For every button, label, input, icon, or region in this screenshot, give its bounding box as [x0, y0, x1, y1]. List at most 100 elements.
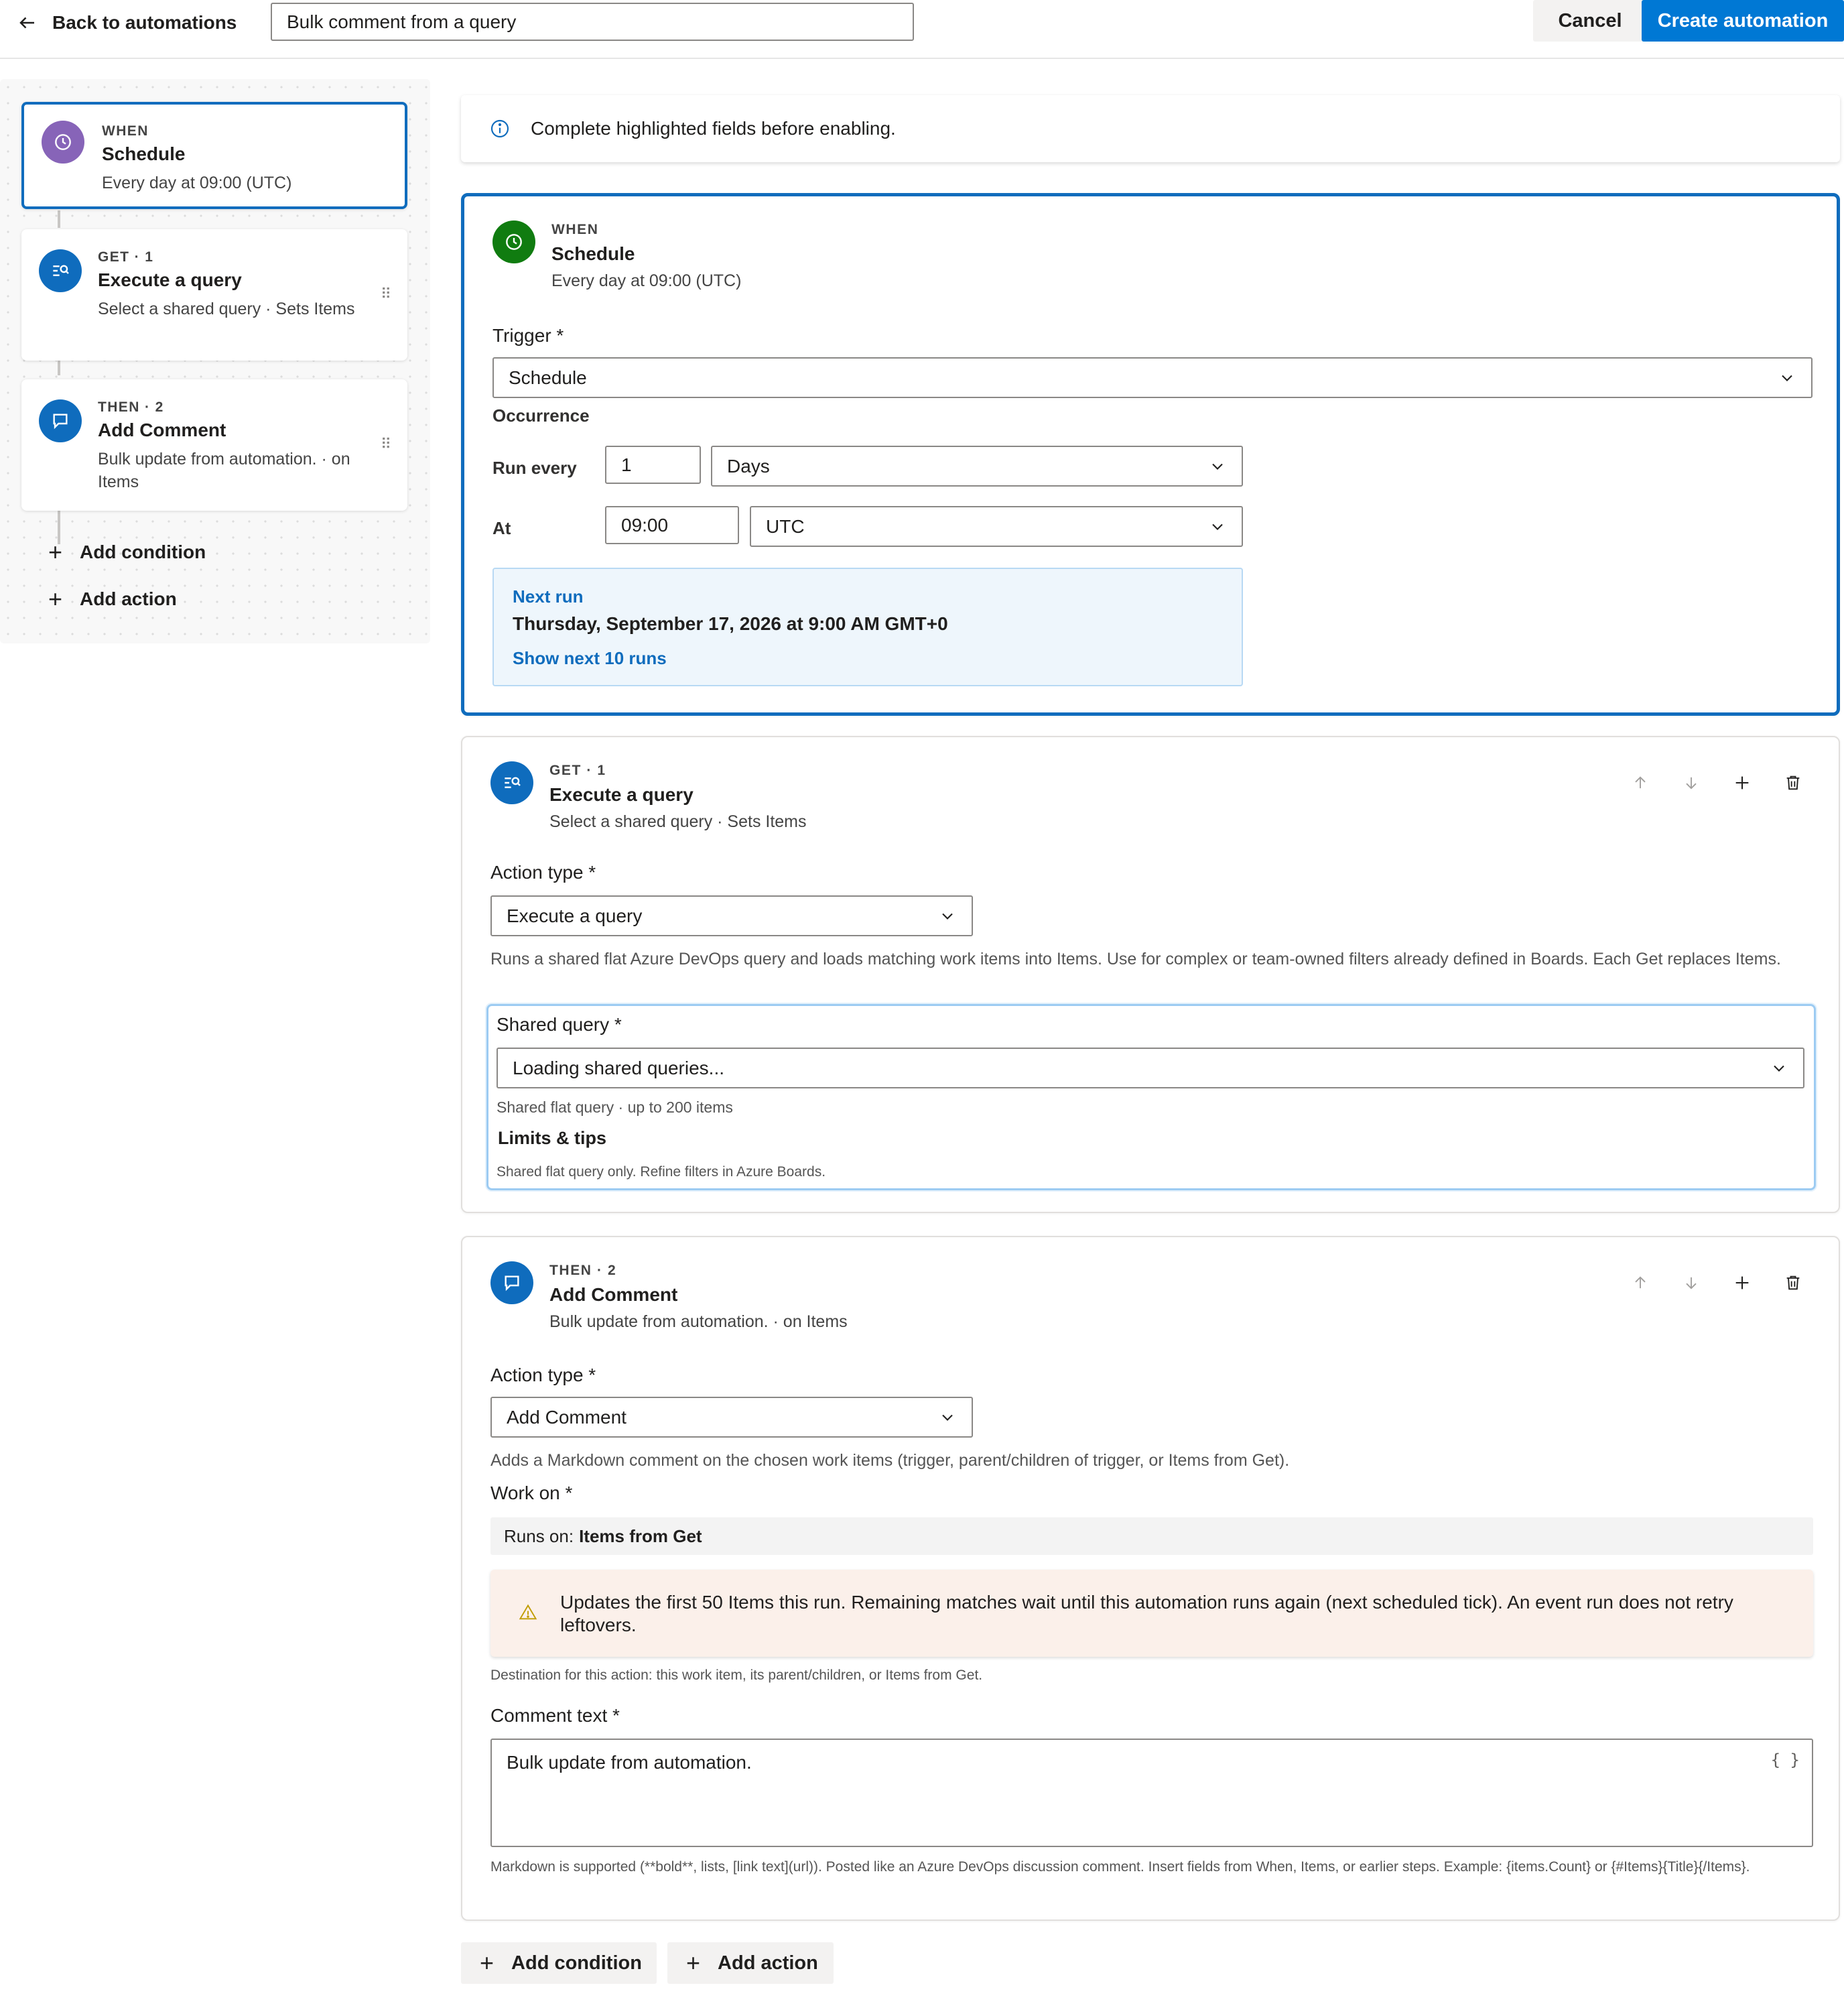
time-input[interactable]: 09:00 — [605, 506, 739, 544]
get-action-panel: GET · 1 Execute a query Select a shared … — [461, 736, 1840, 1213]
action-type-select[interactable]: Add Comment — [490, 1397, 973, 1438]
trigger-panel: WHEN Schedule Every day at 09:00 (UTC) T… — [461, 193, 1840, 716]
connector-line — [58, 359, 60, 375]
add-action-button[interactable]: + Add action — [667, 1942, 834, 1984]
run-every-unit-value: Days — [727, 455, 770, 477]
action-type-value: Add Comment — [507, 1406, 627, 1428]
sidebar-add-action[interactable]: + Add action — [48, 587, 177, 611]
add-condition-button[interactable]: + Add condition — [461, 1942, 657, 1984]
markdown-help: Markdown is supported (**bold**, lists, … — [490, 1859, 1750, 1875]
panel-subtitle: Every day at 09:00 (UTC) — [551, 271, 742, 290]
occurrence-label: Occurrence — [492, 405, 590, 426]
flow-sidebar: WHEN Schedule Every day at 09:00 (UTC) G… — [0, 79, 430, 643]
add-action-label: Add action — [80, 588, 177, 609]
card-eyebrow: GET · 1 — [98, 249, 154, 265]
action-description: Adds a Markdown comment on the chosen wo… — [490, 1451, 1290, 1470]
query-icon — [490, 761, 533, 804]
plus-icon — [1735, 1276, 1749, 1289]
step-actions — [1630, 1272, 1804, 1294]
create-automation-button[interactable]: Create automation — [1642, 0, 1844, 42]
action-type-label: Action type * — [490, 1365, 596, 1385]
top-bar: Back to automations Cancel Create automa… — [0, 0, 1844, 59]
arrow-up-icon — [1635, 776, 1646, 789]
add-step-button[interactable] — [1731, 772, 1753, 794]
cancel-button[interactable]: Cancel — [1533, 0, 1647, 42]
shared-query-value: Loading shared queries... — [513, 1057, 724, 1078]
sidebar-add-condition[interactable]: + Add condition — [48, 540, 206, 564]
then-action-panel: THEN · 2 Add Comment Bulk update from au… — [461, 1236, 1840, 1921]
comment-icon — [39, 399, 82, 442]
card-title: Schedule — [102, 143, 186, 164]
next-run-label: Next run — [513, 586, 584, 607]
trash-icon — [1786, 1275, 1800, 1290]
warning-icon — [519, 1604, 537, 1620]
chevron-down-icon — [942, 913, 953, 920]
info-icon — [490, 119, 509, 138]
plus-icon — [1735, 776, 1749, 790]
add-condition-label: Add condition — [80, 542, 206, 562]
move-up-button[interactable] — [1630, 772, 1651, 794]
next-run-box: Next run Thursday, September 17, 2026 at… — [492, 568, 1243, 686]
warning-text: Updates the first 50 Items this run. Rem… — [560, 1592, 1733, 1635]
warning-banner: Updates the first 50 Items this run. Rem… — [490, 1570, 1813, 1657]
info-banner: Complete highlighted fields before enabl… — [461, 95, 1840, 162]
add-step-button[interactable] — [1731, 1272, 1753, 1294]
panel-title: Add Comment — [549, 1284, 678, 1305]
timezone-value: UTC — [766, 515, 805, 537]
panel-subtitle: Bulk update from automation. · on Items — [549, 1312, 848, 1331]
show-next-runs-link[interactable]: Show next 10 runs — [513, 648, 667, 669]
at-label: At — [492, 518, 511, 538]
runs-on-prefix: Runs on: — [504, 1525, 574, 1546]
panel-eyebrow: THEN · 2 — [549, 1263, 617, 1278]
arrow-up-icon — [1635, 1276, 1646, 1289]
trigger-select[interactable]: Schedule — [492, 357, 1813, 398]
panel-eyebrow: GET · 1 — [549, 763, 606, 778]
timezone-select[interactable]: UTC — [750, 506, 1243, 547]
run-every-unit-select[interactable]: Days — [711, 446, 1243, 487]
chevron-down-icon — [1212, 523, 1223, 530]
panel-eyebrow: WHEN — [551, 222, 599, 237]
drag-handle-icon[interactable]: ⠿ — [381, 436, 391, 453]
connector-line — [58, 210, 60, 228]
delete-step-button[interactable] — [1782, 1272, 1804, 1294]
move-down-button[interactable] — [1681, 1272, 1702, 1294]
trigger-label: Trigger * — [492, 325, 564, 346]
card-subtitle: Bulk update from automation. · on Items — [98, 450, 350, 491]
chevron-down-icon — [1212, 463, 1223, 470]
limits-text: Shared flat query only. Refine filters i… — [497, 1164, 826, 1180]
card-title: Execute a query — [98, 269, 242, 290]
clock-icon — [42, 121, 84, 164]
work-on-label: Work on * — [490, 1483, 573, 1503]
step-actions — [1630, 772, 1804, 794]
shared-query-select[interactable]: Loading shared queries... — [497, 1048, 1804, 1088]
automation-name-input[interactable] — [271, 3, 914, 41]
add-condition-label: Add condition — [511, 1952, 642, 1974]
action-description: Runs a shared flat Azure DevOps query an… — [490, 950, 1781, 968]
runs-on-field: Runs on: Items from Get — [490, 1517, 1813, 1555]
delete-step-button[interactable] — [1782, 772, 1804, 794]
run-every-input[interactable]: 1 — [605, 446, 701, 484]
trash-icon — [1786, 775, 1800, 790]
card-subtitle: Select a shared query · Sets Items — [98, 300, 355, 318]
action-type-value: Execute a query — [507, 905, 643, 926]
insert-field-icon[interactable]: { } — [1771, 1751, 1800, 1769]
card-eyebrow: THEN · 2 — [98, 399, 164, 415]
card-eyebrow: WHEN — [102, 123, 149, 139]
arrow-down-icon — [1686, 1277, 1697, 1289]
runs-on-value: Items from Get — [579, 1525, 702, 1546]
sidebar-card-when[interactable]: WHEN Schedule Every day at 09:00 (UTC) — [21, 102, 407, 209]
drag-handle-icon[interactable]: ⠿ — [381, 286, 391, 303]
limits-title: Limits & tips — [498, 1128, 607, 1148]
add-action-label: Add action — [718, 1952, 818, 1974]
move-up-button[interactable] — [1630, 1272, 1651, 1294]
action-type-select[interactable]: Execute a query — [490, 895, 973, 936]
back-to-automations-link[interactable]: Back to automations — [17, 9, 237, 36]
comment-icon — [490, 1261, 533, 1304]
chevron-down-icon — [1774, 1065, 1784, 1072]
sidebar-card-get[interactable]: GET · 1 Execute a query Select a shared … — [21, 229, 407, 361]
comment-textarea[interactable]: Bulk update from automation. { } — [490, 1739, 1813, 1847]
move-down-button[interactable] — [1681, 772, 1702, 794]
sidebar-card-then[interactable]: THEN · 2 Add Comment Bulk update from au… — [21, 379, 407, 511]
shared-query-help: Shared flat query · up to 200 items — [497, 1098, 733, 1116]
trigger-value: Schedule — [509, 367, 587, 388]
